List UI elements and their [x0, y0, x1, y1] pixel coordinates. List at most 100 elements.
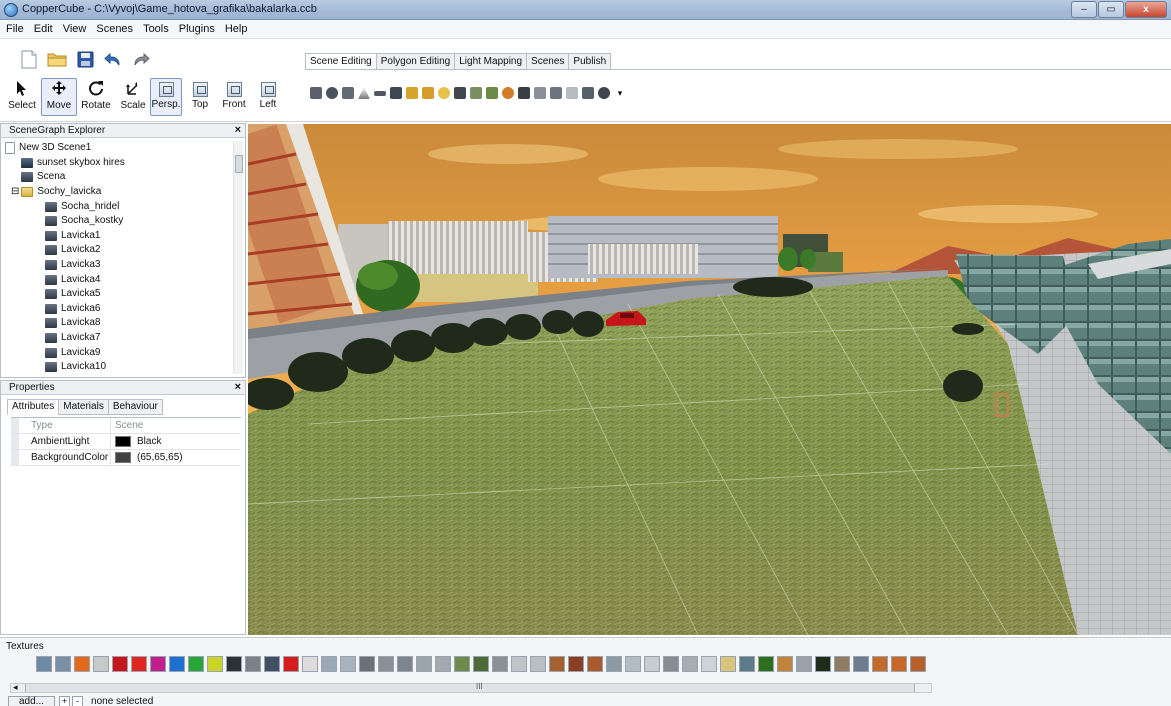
texture-thumbnail[interactable] — [359, 656, 375, 672]
animated-mesh-icon[interactable] — [422, 87, 434, 99]
sphere-icon[interactable] — [326, 87, 338, 99]
texture-thumbnail[interactable] — [473, 656, 489, 672]
texture-thumbnail[interactable] — [663, 656, 679, 672]
save-icon[interactable] — [74, 48, 96, 70]
scenegraph-scrollbar[interactable] — [233, 141, 243, 374]
scroll-left-arrow-icon[interactable]: ◂ — [13, 682, 18, 693]
property-row[interactable]: BackgroundColor (65,65,65) — [11, 450, 241, 466]
tree-node[interactable]: Lavicka4 — [5, 272, 231, 287]
particle-icon[interactable] — [470, 87, 482, 99]
tree-node[interactable]: Lavicka7 — [5, 331, 231, 346]
tree-node[interactable]: Lavicka10 — [5, 360, 231, 375]
tree-node[interactable]: Lavicka2 — [5, 243, 231, 258]
tab-materials[interactable]: Materials — [58, 399, 109, 415]
light-icon[interactable] — [438, 87, 450, 99]
texture-thumbnail[interactable] — [36, 656, 52, 672]
color-swatch[interactable] — [115, 436, 131, 447]
texture-thumbnail[interactable] — [245, 656, 261, 672]
scene-render[interactable] — [248, 124, 1171, 635]
text-3d-icon[interactable] — [582, 87, 594, 99]
tree-node[interactable]: Scena — [5, 170, 231, 185]
cylinder-icon[interactable] — [342, 87, 354, 99]
texture-thumbnail[interactable] — [207, 656, 223, 672]
texture-thumbnail[interactable] — [340, 656, 356, 672]
3d-viewport[interactable] — [248, 124, 1171, 635]
folder-node-icon[interactable] — [406, 87, 418, 99]
tab-light-mapping[interactable]: Light Mapping — [454, 53, 528, 70]
menu-scenes[interactable]: Scenes — [96, 23, 133, 35]
character-icon[interactable] — [502, 87, 514, 99]
texture-thumbnail[interactable] — [758, 656, 774, 672]
plane-icon[interactable] — [374, 91, 386, 96]
texture-thumbnail[interactable] — [549, 656, 565, 672]
texture-thumbnail[interactable] — [872, 656, 888, 672]
tree-node[interactable]: Lavicka1 — [5, 229, 231, 244]
add-texture-button[interactable]: add... — [8, 696, 56, 706]
texture-thumbnail[interactable] — [682, 656, 698, 672]
texture-thumbnail[interactable] — [720, 656, 736, 672]
texture-thumbnail[interactable] — [321, 656, 337, 672]
sound-icon[interactable] — [534, 87, 546, 99]
minus-button[interactable]: - — [72, 696, 84, 706]
texture-thumbnail[interactable] — [454, 656, 470, 672]
scrollbar-thumb[interactable] — [235, 155, 243, 173]
minimize-button[interactable]: – — [1071, 1, 1097, 18]
billboard-icon[interactable] — [390, 87, 402, 99]
texture-thumbnail[interactable] — [188, 656, 204, 672]
tree-node[interactable]: New 3D Scene1 — [5, 141, 231, 156]
tab-publish[interactable]: Publish — [568, 53, 612, 70]
texture-thumbnail[interactable] — [891, 656, 907, 672]
tab-attributes[interactable]: Attributes — [7, 399, 60, 415]
texture-thumbnail[interactable] — [644, 656, 660, 672]
tree-node[interactable]: Lavicka5 — [5, 287, 231, 302]
texture-thumbnail[interactable] — [606, 656, 622, 672]
texture-thumbnail[interactable] — [777, 656, 793, 672]
select-tool-button[interactable]: Select — [4, 78, 40, 116]
cone-icon[interactable] — [358, 87, 370, 99]
texture-thumbnail[interactable] — [625, 656, 641, 672]
terrain-icon[interactable] — [486, 87, 498, 99]
tree-node[interactable]: Lavicka8 — [5, 316, 231, 331]
tree-node[interactable]: Lavicka6 — [5, 302, 231, 317]
close-panel-icon[interactable]: × — [235, 381, 241, 394]
menu-view[interactable]: View — [63, 23, 87, 35]
tree-node[interactable]: sunset skybox hires — [5, 156, 231, 171]
close-panel-icon[interactable]: × — [235, 124, 241, 137]
cube-icon[interactable] — [310, 87, 322, 99]
scrollbar-thumb[interactable] — [25, 684, 915, 692]
close-button[interactable]: x — [1125, 1, 1167, 18]
camera-icon[interactable] — [454, 87, 466, 99]
texture-thumbnail[interactable] — [910, 656, 926, 672]
property-value[interactable]: (65,65,65) — [111, 450, 241, 465]
scale-tool-button[interactable]: Scale — [115, 78, 151, 116]
texture-thumbnail[interactable] — [93, 656, 109, 672]
plus-button[interactable]: + — [59, 696, 71, 706]
property-row[interactable]: AmbientLight Black — [11, 434, 241, 450]
texture-thumbnail[interactable] — [834, 656, 850, 672]
menu-help[interactable]: Help — [225, 23, 248, 35]
front-view-button[interactable]: Front — [218, 78, 250, 116]
color-swatch[interactable] — [115, 452, 131, 463]
tab-scenes[interactable]: Scenes — [526, 53, 570, 70]
texture-thumbnail[interactable] — [511, 656, 527, 672]
more-dropdown-icon[interactable]: ▾ — [614, 87, 626, 99]
top-view-button[interactable]: Top — [184, 78, 216, 116]
hotspot-icon[interactable] — [566, 87, 578, 99]
tree-node[interactable]: Lavicka9 — [5, 345, 231, 360]
texture-thumbnail[interactable] — [131, 656, 147, 672]
texture-thumbnail[interactable] — [74, 656, 90, 672]
texture-thumbnail[interactable] — [701, 656, 717, 672]
texture-thumbnail[interactable] — [226, 656, 242, 672]
left-view-button[interactable]: Left — [252, 78, 284, 116]
property-value[interactable]: Black — [111, 434, 241, 449]
texture-thumbnail[interactable] — [150, 656, 166, 672]
move-tool-button[interactable]: Move — [41, 78, 77, 116]
texture-thumbnail[interactable] — [264, 656, 280, 672]
texture-thumbnail[interactable] — [492, 656, 508, 672]
texture-thumbnail[interactable] — [739, 656, 755, 672]
textures-scrollbar[interactable]: ◂ III — [10, 682, 932, 693]
texture-thumbnail[interactable] — [587, 656, 603, 672]
texture-thumbnail[interactable] — [302, 656, 318, 672]
texture-thumbnail[interactable] — [416, 656, 432, 672]
tree-node[interactable]: ⊟ Sochy_lavicka — [5, 185, 231, 200]
